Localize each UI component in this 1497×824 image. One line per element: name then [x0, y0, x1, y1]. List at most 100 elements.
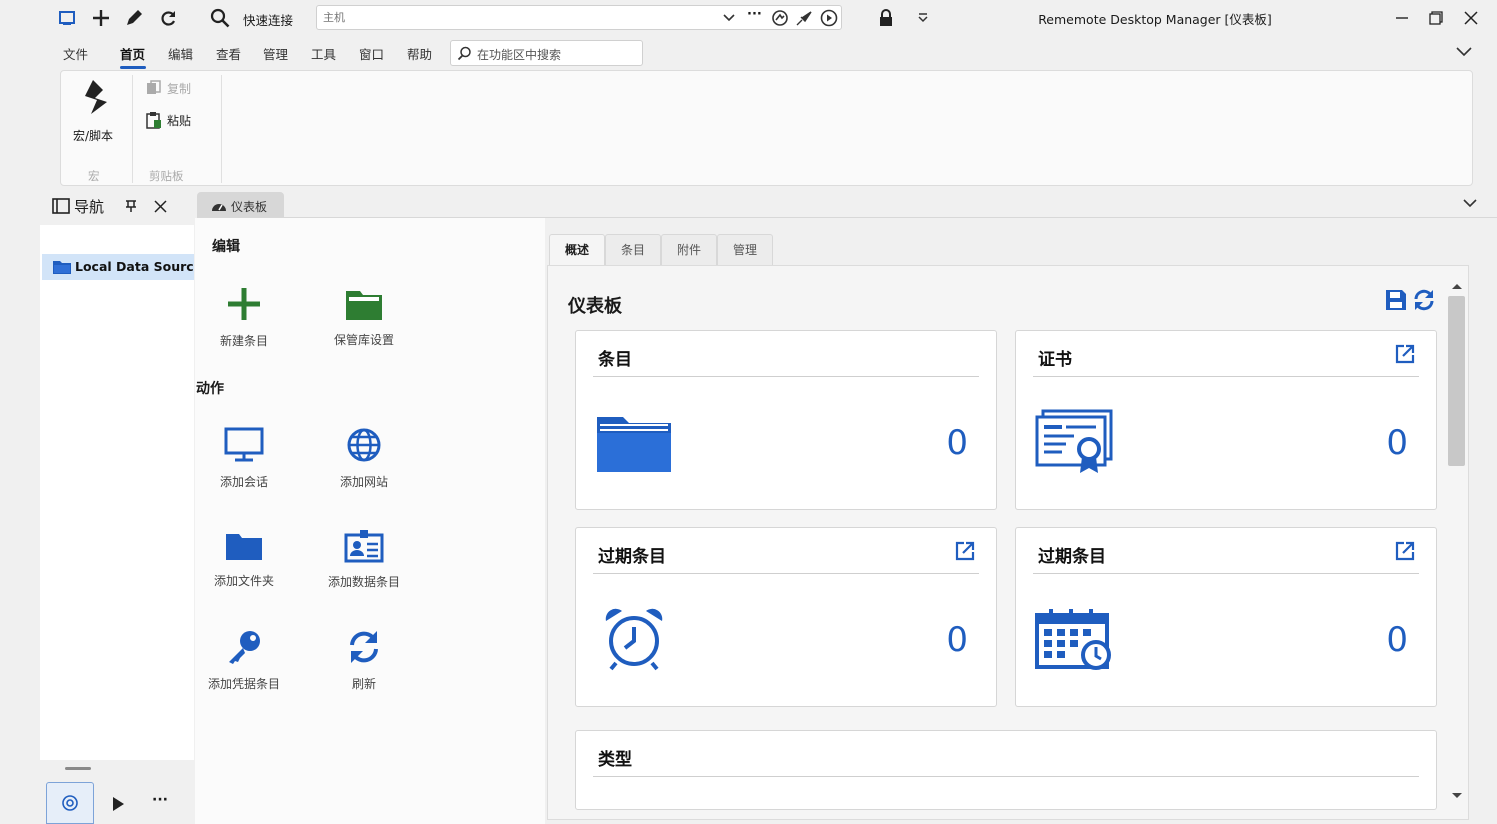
refresh-button[interactable]: 刷新: [309, 627, 419, 692]
macro-script-label: 宏/脚本: [73, 129, 114, 143]
menu-tab-file[interactable]: 文件: [63, 44, 88, 63]
menu-tab-window[interactable]: 窗口: [359, 44, 384, 63]
clipboard-group-label: 剪贴板: [149, 169, 184, 183]
add-credential-label: 添加凭据条目: [207, 677, 280, 691]
tab-management[interactable]: 管理: [717, 234, 773, 266]
copy-label: 复制: [167, 82, 192, 96]
card-title: 条目: [598, 350, 632, 370]
refresh-icon: [309, 627, 419, 667]
tab-entries[interactable]: 条目: [605, 234, 661, 266]
ribbon-separator: [132, 75, 133, 183]
card-divider: [593, 376, 979, 377]
macro-group-label: 宏: [88, 169, 100, 183]
scroll-down-icon[interactable]: [1450, 790, 1464, 802]
add-website-button[interactable]: 添加网站: [309, 425, 419, 490]
save-icon[interactable]: [1384, 288, 1408, 312]
expiring-entries-card: 过期条目 0: [1015, 527, 1437, 707]
menu-tab-tools[interactable]: 工具: [311, 44, 336, 63]
open-external-icon[interactable]: [954, 540, 976, 562]
dashboard-icon: [210, 197, 228, 213]
card-title: 过期条目: [1038, 547, 1106, 567]
scroll-up-icon[interactable]: [1450, 280, 1464, 292]
add-credential-button[interactable]: 添加凭据条目: [189, 627, 299, 692]
types-card: 类型: [575, 730, 1437, 810]
macro-script-button[interactable]: 宏/脚本: [65, 77, 127, 147]
card-divider: [593, 776, 1419, 777]
restore-icon[interactable]: [1424, 6, 1448, 30]
more-icon[interactable]: ···: [152, 792, 168, 808]
tree-item-data-source[interactable]: Local Data Source: [42, 254, 194, 280]
dashboard-title: 仪表板: [568, 296, 622, 317]
refresh-dashboard-icon[interactable]: [1412, 288, 1436, 312]
menu-tab-administration[interactable]: 管理: [263, 44, 288, 63]
connect-type-icon[interactable]: [770, 8, 790, 28]
chevron-down-icon[interactable]: [721, 10, 737, 26]
menu-tab-edit[interactable]: 编辑: [168, 44, 193, 63]
tab-overview[interactable]: 概述: [549, 234, 605, 266]
open-external-icon[interactable]: [1394, 343, 1416, 365]
lock-icon[interactable]: [874, 6, 898, 30]
dashboard-scrollbar[interactable]: [1445, 280, 1469, 808]
close-icon[interactable]: [1459, 6, 1483, 30]
card-divider: [1033, 573, 1419, 574]
refresh-label: 刷新: [351, 677, 376, 691]
database-folder-icon: [52, 258, 72, 276]
search-icon[interactable]: [208, 6, 232, 30]
collapse-ribbon-icon[interactable]: [1454, 44, 1474, 60]
add-folder-button[interactable]: 添加文件夹: [189, 526, 299, 589]
contact-card-icon: [309, 526, 419, 566]
quick-connect-input[interactable]: [317, 6, 697, 28]
window-title: Rememote Desktop Manager [仪表板]: [1038, 12, 1272, 27]
quick-connect-field[interactable]: ···: [316, 5, 842, 30]
expired-entries-card: 过期条目 0: [575, 527, 997, 707]
pin-icon[interactable]: [122, 197, 140, 215]
open-sessions-icon[interactable]: [46, 782, 94, 824]
open-external-icon[interactable]: [1394, 540, 1416, 562]
ribbon: 宏/脚本 宏 复制 粘贴 剪贴板: [60, 70, 1473, 186]
edit-icon[interactable]: [122, 6, 146, 30]
resize-grip[interactable]: [65, 767, 91, 770]
copy-icon: [145, 79, 163, 97]
card-title: 证书: [1038, 350, 1072, 370]
certificates-card: 证书 0: [1015, 330, 1437, 510]
folder-icon: [594, 407, 674, 477]
customize-toolbar-icon[interactable]: [911, 6, 935, 30]
menu-tab-help[interactable]: 帮助: [407, 44, 432, 63]
folder-icon: [189, 526, 299, 566]
more-options-button[interactable]: ···: [747, 7, 762, 22]
menu-tab-home[interactable]: 首页: [120, 44, 145, 63]
add-data-entry-button[interactable]: 添加数据条目: [309, 526, 419, 590]
new-entry-button[interactable]: 新建条目: [189, 284, 299, 349]
menu-tab-view[interactable]: 查看: [216, 44, 241, 63]
entries-card: 条目 0: [575, 330, 997, 510]
ribbon-search-field[interactable]: 在功能区中搜索: [450, 40, 643, 66]
monitor-icon: [189, 425, 299, 465]
play-circle-icon[interactable]: [819, 8, 839, 28]
vault-settings-button[interactable]: 保管库设置: [309, 284, 419, 348]
refresh-icon[interactable]: [156, 6, 180, 30]
actions-panel: 编辑 新建条目 保管库设置 动作 添加会话 添加网站 添加文件夹 添加数据条目 …: [195, 218, 545, 824]
scroll-thumb[interactable]: [1448, 296, 1465, 466]
paste-icon: [145, 111, 163, 129]
tree-item-label: Local Data Source: [75, 259, 194, 274]
close-panel-icon[interactable]: [151, 197, 169, 215]
tab-list-chevron-icon[interactable]: [1461, 196, 1479, 210]
new-entry-label: 新建条目: [219, 334, 268, 348]
vault-settings-label: 保管库设置: [333, 333, 394, 347]
card-divider: [593, 573, 979, 574]
play-icon[interactable]: [108, 794, 128, 814]
add-icon[interactable]: [89, 6, 113, 30]
minimize-icon[interactable]: [1390, 6, 1414, 30]
add-session-button[interactable]: 添加会话: [189, 425, 299, 490]
new-window-icon[interactable]: [56, 6, 80, 30]
alarm-clock-icon: [594, 604, 674, 674]
search-icon: [456, 45, 472, 61]
navigation-tree: [40, 225, 194, 760]
copy-button[interactable]: 复制: [145, 77, 201, 99]
paste-button[interactable]: 粘贴: [145, 109, 201, 131]
globe-icon: [309, 425, 419, 465]
connect-with-icon[interactable]: [794, 8, 814, 28]
add-folder-label: 添加文件夹: [213, 574, 274, 588]
tab-dashboard[interactable]: 仪表板: [197, 192, 284, 218]
tab-attachments[interactable]: 附件: [661, 234, 717, 266]
